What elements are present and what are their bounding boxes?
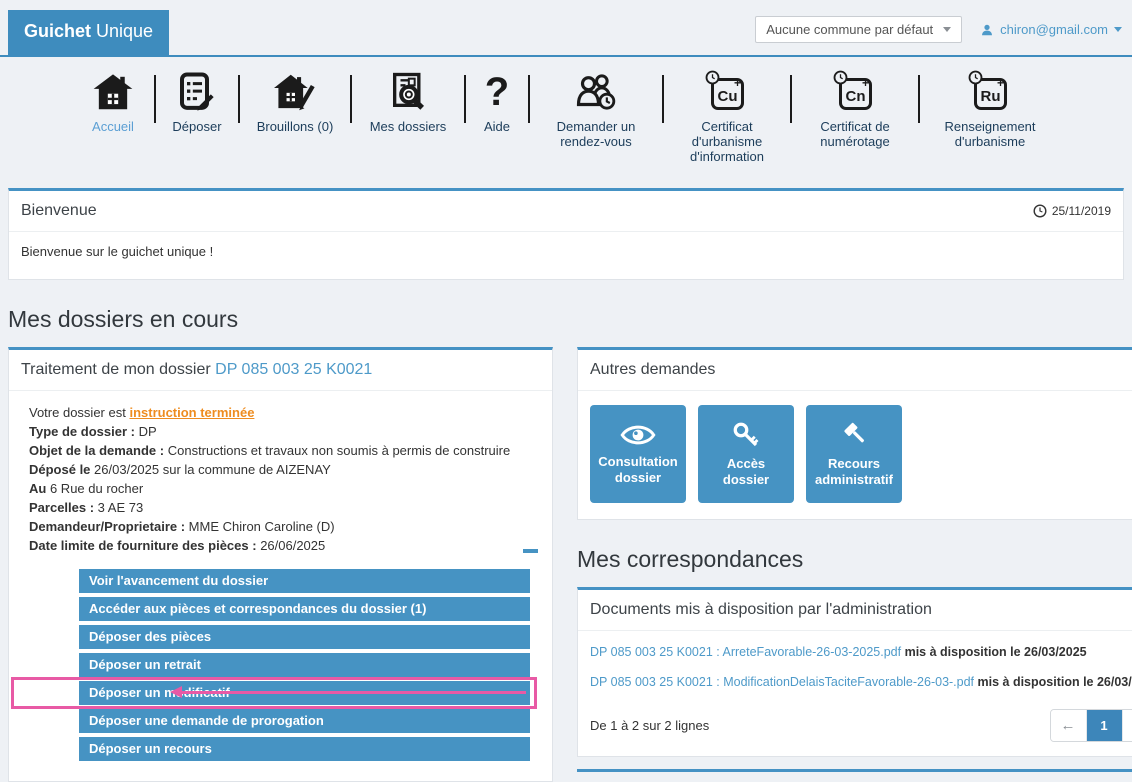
- ru-badge: Ru: [980, 88, 1001, 105]
- clock-icon: [968, 70, 983, 85]
- dossier-field: Date limite de fourniture des pièces : 2…: [29, 538, 326, 553]
- brand-regular: Unique: [91, 21, 154, 41]
- autres-demandes-title: Autres demandes: [590, 361, 716, 378]
- clock-icon: [705, 70, 720, 85]
- action-deposer-retrait[interactable]: Déposer un retrait: [79, 653, 530, 677]
- deposit-icon: [177, 69, 217, 115]
- plus-icon: +: [733, 76, 741, 90]
- ru-icon: Ru +: [968, 69, 1010, 115]
- nav-item-renseignement-urbanisme[interactable]: Ru + Renseignement d'urbanisme: [920, 69, 1060, 149]
- cu-icon: Cu +: [705, 69, 747, 115]
- chevron-down-icon: [1114, 27, 1122, 32]
- dossier-field: Au 6 Rue du rocher: [29, 481, 144, 496]
- nav-item-certificat-numerotage[interactable]: Cn + Certificat de numérotage: [792, 69, 918, 149]
- welcome-date: 25/11/2019: [1033, 204, 1111, 218]
- help-icon: ?: [484, 70, 510, 114]
- nav-label: Aide: [483, 119, 511, 134]
- nav-label: Certificat de numérotage: [820, 119, 890, 149]
- user-icon: [982, 24, 993, 35]
- action-deposer-recours[interactable]: Déposer un recours: [79, 737, 530, 761]
- plus-icon: +: [861, 76, 869, 90]
- welcome-title: Bienvenue: [21, 202, 97, 219]
- dossier-details: Votre dossier est instruction terminée T…: [9, 391, 552, 559]
- dossier-reference-link[interactable]: DP 085 003 25 K0021: [215, 361, 372, 378]
- action-voir-avancement[interactable]: Voir l'avancement du dossier: [79, 569, 530, 593]
- pagination-summary: De 1 à 2 sur 2 lignes: [590, 718, 710, 733]
- dossier-actions: Voir l'avancement du dossier Accéder aux…: [9, 559, 552, 781]
- document-link[interactable]: DP 085 003 25 K0021 : ModificationDelais…: [590, 675, 974, 689]
- collapse-toggle[interactable]: [523, 549, 538, 553]
- nav-label: Brouillons (0): [256, 119, 334, 134]
- eye-icon: [620, 425, 656, 445]
- clock-icon: [1033, 204, 1047, 218]
- user-email: chiron@gmail.com: [1000, 22, 1108, 37]
- dossier-field: Demandeur/Proprietaire : MME Chiron Caro…: [29, 519, 335, 534]
- nav-label: Demander un rendez-vous: [556, 119, 636, 149]
- nav-label: Mes dossiers: [369, 119, 447, 134]
- app-logo[interactable]: Guichet Unique: [8, 10, 170, 55]
- documents-panel-title: Documents mis à disposition par l'admini…: [590, 601, 932, 618]
- welcome-panel: Bienvenue 25/11/2019 Bienvenue sur le gu…: [8, 188, 1124, 280]
- next-panel-top-border: [577, 769, 1132, 772]
- main-navigation: Accueil Déposer Brouillons (0) Mes dossi…: [0, 57, 1132, 174]
- nav-item-accueil[interactable]: Accueil: [72, 69, 154, 134]
- tile-recours-administratif[interactable]: Recours administratif: [806, 405, 902, 503]
- dossier-status-link[interactable]: instruction terminée: [129, 405, 254, 420]
- commune-selector-value: Aucune commune par défaut: [766, 22, 934, 37]
- tile-consultation-dossier[interactable]: Consultation dossier: [590, 405, 686, 503]
- section-title-dossiers: Mes dossiers en cours: [8, 306, 239, 332]
- gavel-icon: [844, 422, 865, 443]
- user-menu[interactable]: chiron@gmail.com: [980, 22, 1122, 37]
- cu-badge: Cu: [717, 88, 738, 105]
- dossier-panel: Traitement de mon dossier DP 085 003 25 …: [8, 347, 553, 782]
- drafts-icon: [273, 69, 317, 115]
- nav-item-deposer[interactable]: Déposer: [156, 69, 238, 134]
- cn-icon: Cn +: [833, 69, 875, 115]
- tile-acces-dossier[interactable]: Accès dossier: [698, 405, 794, 503]
- welcome-message: Bienvenue sur le guichet unique !: [21, 244, 214, 259]
- action-deposer-modificatif[interactable]: Déposer un modificatif: [11, 677, 537, 709]
- folders-search-icon: [388, 69, 428, 115]
- dossier-title: Traitement de mon dossier DP 085 003 25 …: [9, 350, 552, 391]
- action-deposer-pieces[interactable]: Déposer des pièces: [79, 625, 530, 649]
- action-acceder-pieces[interactable]: Accéder aux pièces et correspondances du…: [79, 597, 530, 621]
- pagination-control: ← 1 →: [1049, 709, 1132, 742]
- dossier-status-line: Votre dossier est instruction terminée: [29, 405, 255, 420]
- dossier-field: Parcelles : 3 AE 73: [29, 500, 144, 515]
- nav-item-mes-dossiers[interactable]: Mes dossiers: [352, 69, 464, 134]
- nav-label: Certificat d'urbanisme d'information: [689, 119, 765, 164]
- dossier-field: Objet de la demande : Constructions et t…: [29, 443, 511, 458]
- chevron-down-icon: [943, 27, 952, 32]
- cn-badge: Cn: [845, 88, 866, 105]
- action-deposer-prorogation[interactable]: Déposer une demande de prorogation: [79, 709, 530, 733]
- document-row: DP 085 003 25 K0021 : ModificationDelais…: [590, 675, 1132, 689]
- clock-icon: [833, 70, 848, 85]
- nav-item-brouillons[interactable]: Brouillons (0): [240, 69, 350, 134]
- nav-item-certificat-urbanisme[interactable]: Cu + Certificat d'urbanisme d'informatio…: [664, 69, 790, 164]
- section-title-correspondances: Mes correspondances: [577, 546, 804, 572]
- nav-label: Accueil: [92, 119, 134, 134]
- nav-item-rendez-vous[interactable]: Demander un rendez-vous: [530, 69, 662, 149]
- appointment-icon: [574, 69, 618, 115]
- documents-panel: Documents mis à disposition par l'admini…: [577, 587, 1132, 757]
- nav-item-aide[interactable]: ? Aide: [466, 69, 528, 134]
- document-link[interactable]: DP 085 003 25 K0021 : ArreteFavorable-26…: [590, 645, 901, 659]
- dossier-field: Déposé le 26/03/2025 sur la commune de A…: [29, 462, 331, 477]
- annotation-arrow: [170, 686, 526, 698]
- autres-demandes-panel: Autres demandes Consultation dossier Acc…: [577, 347, 1132, 520]
- home-icon: [92, 69, 134, 115]
- commune-selector[interactable]: Aucune commune par défaut: [755, 16, 963, 43]
- nav-label: Déposer: [172, 119, 222, 134]
- document-row: DP 085 003 25 K0021 : ArreteFavorable-26…: [590, 645, 1087, 659]
- brand-bold: Guichet: [24, 21, 92, 41]
- dossier-field: Type de dossier : DP: [29, 424, 157, 439]
- plus-icon: +: [996, 76, 1004, 90]
- top-header: Guichet Unique Aucune commune par défaut…: [0, 0, 1132, 57]
- key-icon: [733, 422, 759, 447]
- nav-label: Renseignement d'urbanisme: [944, 119, 1036, 149]
